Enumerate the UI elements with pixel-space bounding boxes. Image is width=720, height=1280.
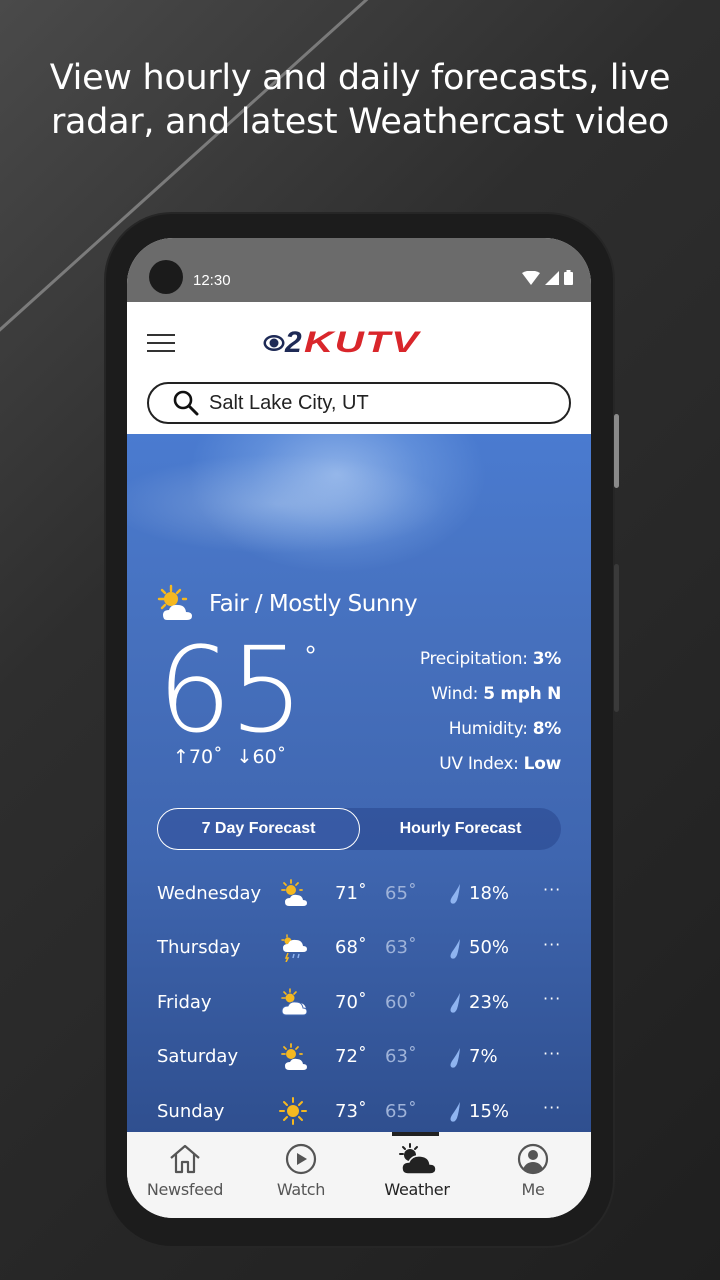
phone-screen: 12:30 2 KUTV Salt Lake City, UT Fair / M… <box>127 238 591 1218</box>
nav-watch[interactable]: Watch <box>243 1132 359 1218</box>
sunny-icon <box>279 1097 307 1125</box>
raindrop-icon <box>450 884 460 904</box>
tab-7-day-forecast[interactable]: 7 Day Forecast <box>157 808 360 850</box>
search-value: Salt Lake City, UT <box>209 391 369 414</box>
power-button <box>614 414 619 488</box>
forecast-low: 63˚ <box>385 1046 417 1068</box>
forecast-low: 65˚ <box>385 1100 417 1122</box>
current-temperature: 65 <box>157 621 304 759</box>
location-search-input[interactable]: Salt Lake City, UT <box>147 382 571 424</box>
bottom-navigation: Newsfeed Watch Weather Me <box>127 1132 591 1218</box>
weather-icon <box>399 1143 437 1175</box>
detail-uv-index: UV Index: Low <box>439 754 561 774</box>
forecast-day: Saturday <box>157 1046 239 1068</box>
detail-humidity: Humidity: 8% <box>448 719 562 739</box>
raindrop-icon <box>450 938 460 959</box>
forecast-row[interactable]: Friday 70˚ 60˚ 23% ··· <box>127 975 591 1030</box>
low-temp: ↓60˚ <box>236 746 287 768</box>
detail-wind: Wind: 5 mph N <box>431 684 561 704</box>
partly-sunny-icon <box>281 1042 307 1070</box>
hamburger-icon[interactable] <box>147 334 175 356</box>
forecast-list: Wednesday 71˚ 65˚ 18% ··· Thursday 68˚ 63˚ 50% ··… <box>127 866 591 1134</box>
forecast-precip: 7% <box>469 1046 498 1068</box>
status-time: 12:30 <box>193 272 231 289</box>
forecast-precip: 23% <box>469 991 510 1013</box>
forecast-high: 68˚ <box>335 937 367 959</box>
nav-label: Weather <box>384 1180 450 1199</box>
forecast-low: 60˚ <box>385 991 417 1013</box>
nav-label: Watch <box>276 1180 326 1199</box>
cbs-eye-icon <box>263 335 285 351</box>
battery-icon <box>564 270 573 285</box>
more-options-icon[interactable]: ··· <box>543 989 561 1008</box>
forecast-toggle: 7 Day Forecast Hourly Forecast <box>157 808 561 850</box>
nav-label: Newsfeed <box>146 1180 224 1199</box>
condition-text: Fair / Mostly Sunny <box>209 591 418 617</box>
forecast-low: 63˚ <box>385 937 417 959</box>
forecast-high: 73˚ <box>335 1100 367 1122</box>
current-condition: Fair / Mostly Sunny <box>155 584 418 624</box>
active-tab-indicator <box>392 1132 439 1136</box>
partly-sunny-icon <box>281 879 307 906</box>
headline-line-1: View hourly and daily forecasts, live <box>49 58 671 98</box>
raindrop-icon <box>450 993 460 1013</box>
front-camera <box>149 260 183 294</box>
status-bar: 12:30 <box>127 238 591 302</box>
high-low: ↑70˚ ↓60˚ <box>173 746 286 768</box>
nav-label: Me <box>521 1180 545 1199</box>
forecast-day: Sunday <box>157 1100 225 1122</box>
promo-headline: View hourly and daily forecasts, live ra… <box>0 56 720 144</box>
play-icon <box>285 1143 317 1175</box>
more-options-icon[interactable]: ··· <box>543 1098 561 1117</box>
forecast-precip: 15% <box>469 1100 510 1122</box>
current-details: Precipitation: 3% Wind: 5 mph N Humidity… <box>420 642 561 782</box>
home-icon <box>170 1144 200 1174</box>
partly-sunny-icon <box>157 584 192 620</box>
forecast-low: 65˚ <box>385 882 417 904</box>
nav-weather[interactable]: Weather <box>359 1132 475 1218</box>
forecast-day: Friday <box>157 991 212 1013</box>
detail-precipitation: Precipitation: 3% <box>419 649 561 669</box>
thunderstorm-icon <box>281 933 307 962</box>
logo-text: KUTV <box>303 326 420 359</box>
forecast-precip: 18% <box>469 882 510 904</box>
forecast-high: 72˚ <box>335 1046 367 1068</box>
more-options-icon[interactable]: ··· <box>543 1044 561 1063</box>
forecast-row[interactable]: Thursday 68˚ 63˚ 50% ··· <box>127 921 591 976</box>
search-section: Salt Lake City, UT <box>127 368 591 434</box>
system-icons <box>522 270 573 285</box>
forecast-row[interactable]: Saturday 72˚ 63˚ 7% ··· <box>127 1030 591 1085</box>
more-options-icon[interactable]: ··· <box>543 935 561 954</box>
forecast-row[interactable]: Sunday 73˚ 65˚ 15% ··· <box>127 1084 591 1134</box>
headline-line-2: radar, and latest Weathercast video <box>50 102 670 142</box>
tab-hourly-forecast[interactable]: Hourly Forecast <box>360 808 561 850</box>
mostly-cloudy-icon <box>281 988 307 1016</box>
nav-me[interactable]: Me <box>475 1132 591 1218</box>
wifi-icon <box>522 270 540 285</box>
profile-icon <box>517 1143 549 1175</box>
degree-symbol: ° <box>305 640 317 671</box>
forecast-high: 71˚ <box>335 882 367 904</box>
logo-number: 2 <box>285 326 302 359</box>
high-temp: ↑70˚ <box>173 746 223 768</box>
phone-frame: 12:30 2 KUTV Salt Lake City, UT Fair / M… <box>106 214 619 1246</box>
forecast-high: 70˚ <box>335 991 367 1013</box>
forecast-day: Thursday <box>157 937 241 959</box>
forecast-day: Wednesday <box>157 882 262 904</box>
forecast-precip: 50% <box>469 937 510 959</box>
kutv-logo: 2 KUTV <box>263 326 418 359</box>
raindrop-icon <box>450 1102 460 1122</box>
more-options-icon[interactable]: ··· <box>543 880 561 899</box>
raindrop-icon <box>450 1047 460 1068</box>
weather-panel: Fair / Mostly Sunny 65 ° ↑70˚ ↓60˚ Preci… <box>127 434 591 1134</box>
volume-button <box>614 564 619 712</box>
nav-newsfeed[interactable]: Newsfeed <box>127 1132 243 1218</box>
search-icon <box>173 390 199 416</box>
signal-icon <box>545 270 559 285</box>
forecast-row[interactable]: Wednesday 71˚ 65˚ 18% ··· <box>127 866 591 921</box>
app-bar: 2 KUTV <box>127 302 591 368</box>
